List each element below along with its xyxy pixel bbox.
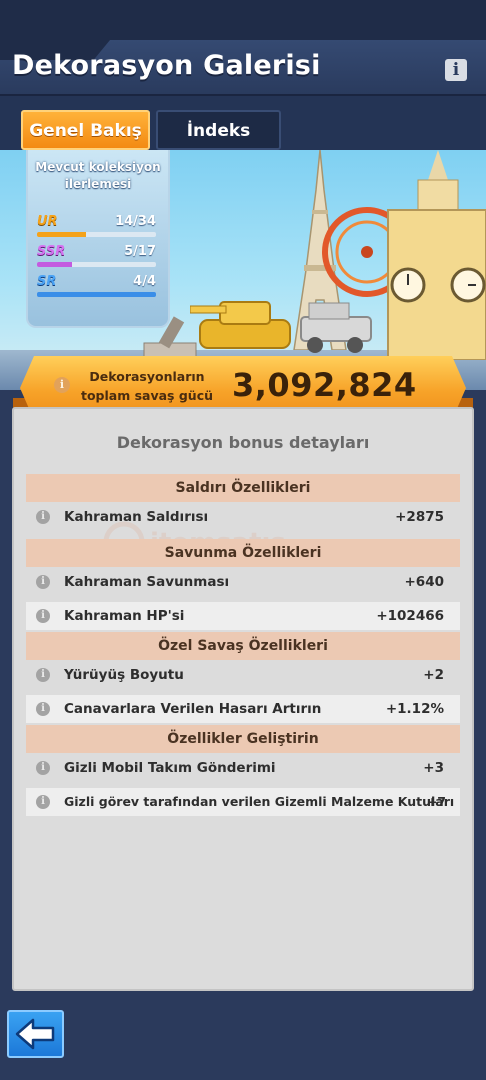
rarity-ssr-bar-fill xyxy=(37,262,72,267)
section-special-combat: Özel Savaş Özellikleri xyxy=(26,632,460,660)
section-upgrades: Özellikler Geliştirin xyxy=(26,725,460,753)
stat-row: i Yürüyüş Boyutu +2 xyxy=(26,661,460,689)
rarity-ur-bar-fill xyxy=(37,232,86,237)
stat-info-icon[interactable]: i xyxy=(36,575,50,589)
stat-row: i Gizli görev tarafından verilen Gizemli… xyxy=(26,788,460,816)
rarity-sr-bar-fill xyxy=(37,292,156,297)
stat-value: +2875 xyxy=(395,509,444,525)
clock-tower-icon xyxy=(387,150,486,360)
rarity-ssr-value: 5/17 xyxy=(124,244,156,259)
stat-label: Kahraman Savunması xyxy=(64,574,230,590)
rarity-ssr-bar xyxy=(37,262,156,267)
stat-value: +102466 xyxy=(376,608,444,624)
stat-value: +640 xyxy=(404,574,445,590)
stat-row: i Kahraman Savunması +640 xyxy=(26,568,460,596)
rarity-sr-bar xyxy=(37,292,156,297)
tab-overview[interactable]: Genel Bakış xyxy=(21,110,150,150)
stat-info-icon[interactable]: i xyxy=(36,510,50,524)
stat-row: i Gizli Mobil Takım Gönderimi +3 xyxy=(26,754,460,782)
stat-value: +2 xyxy=(423,667,444,683)
jeep-icon xyxy=(300,302,372,353)
stat-label: Kahraman HP'si xyxy=(64,608,185,624)
rarity-ur-bar xyxy=(37,232,156,237)
stat-label: Yürüyüş Boyutu xyxy=(64,667,184,683)
back-button[interactable] xyxy=(7,1010,64,1058)
status-bar xyxy=(0,0,486,40)
stat-row: i Kahraman Saldırısı +2875 xyxy=(26,503,460,531)
power-info-icon[interactable]: i xyxy=(54,377,70,393)
stat-row: i Canavarlara Verilen Hasarı Artırın +1.… xyxy=(26,695,460,723)
collection-title: Mevcut koleksiyon ilerlemesi xyxy=(35,160,161,191)
rarity-ur-label: UR xyxy=(37,214,58,229)
bonus-details-title: Dekorasyon bonus detayları xyxy=(116,433,370,452)
stat-value: +3 xyxy=(423,760,444,776)
stat-info-icon[interactable]: i xyxy=(36,761,50,775)
total-power-value: 3,092,824 xyxy=(232,366,417,404)
stat-info-icon[interactable]: i xyxy=(36,795,50,809)
stat-label: Gizli Mobil Takım Gönderimi xyxy=(64,760,276,776)
golden-tank-icon xyxy=(190,301,291,349)
stat-info-icon[interactable]: i xyxy=(36,702,50,716)
rarity-ur-value: 14/34 xyxy=(115,214,156,229)
section-attack: Saldırı Özellikleri xyxy=(26,474,460,502)
page-title: Dekorasyon Galerisi xyxy=(12,50,321,81)
stat-label: Canavarlara Verilen Hasarı Artırın xyxy=(64,701,322,717)
stat-value: +1.12% xyxy=(385,701,444,717)
rarity-sr-value: 4/4 xyxy=(133,274,156,289)
stat-row: i Kahraman HP'si +102466 xyxy=(26,602,460,630)
tab-index[interactable]: İndeks xyxy=(156,110,281,150)
stat-label: Gizli görev tarafından verilen Gizemli M… xyxy=(64,794,455,809)
section-defense: Savunma Özellikleri xyxy=(26,539,460,567)
stat-value: +7 xyxy=(426,794,446,809)
stat-info-icon[interactable]: i xyxy=(36,609,50,623)
stat-label: Kahraman Saldırısı xyxy=(64,509,209,525)
stat-info-icon[interactable]: i xyxy=(36,668,50,682)
rarity-sr-label: SR xyxy=(37,274,57,289)
info-icon[interactable]: i xyxy=(445,59,467,81)
back-arrow-icon xyxy=(15,1018,55,1050)
total-power-label: Dekorasyonların toplam savaş gücü xyxy=(80,369,213,403)
rarity-ssr-label: SSR xyxy=(37,244,66,259)
